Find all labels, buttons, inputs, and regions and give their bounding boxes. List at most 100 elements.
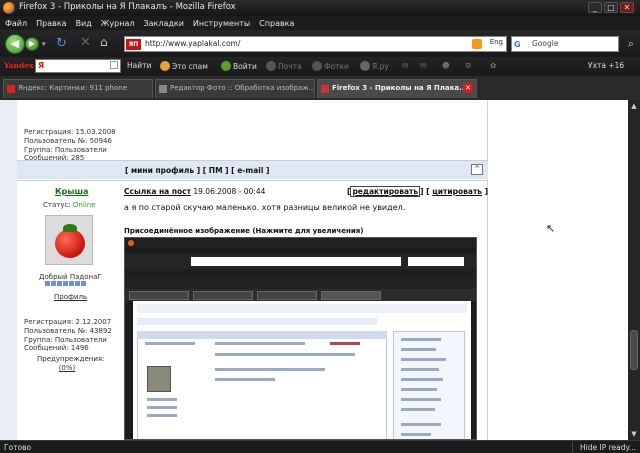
url-text[interactable]: http://www.yaplakal.com/	[145, 39, 240, 48]
scroll-top-button[interactable]: ^	[471, 164, 483, 175]
tomato-image	[55, 229, 85, 258]
forum-thread: Регистрация: 15.03.2008 Пользователь №: …	[17, 100, 488, 440]
shot-text-line	[401, 408, 435, 411]
yandex-mail-button[interactable]: Почта	[266, 61, 302, 71]
author-rank: Добрый ПадонаГ	[39, 273, 102, 281]
tab-photo-editor[interactable]: Редактор Фото :: Обработка изображ...	[155, 79, 315, 98]
rank-star	[63, 281, 68, 286]
tab-yaplakal[interactable]: Firefox 3 - Приколы на Я Плака... ✕	[317, 79, 477, 98]
avatar[interactable]	[45, 215, 93, 265]
shot-yandex	[125, 278, 476, 289]
post-date: 19.06.2008 - 00:44	[193, 187, 266, 196]
tab-favicon	[7, 85, 15, 93]
login-icon	[221, 61, 231, 71]
close-button[interactable]: ✕	[620, 2, 634, 13]
shot-text-line	[147, 406, 177, 409]
author-nick[interactable]: Крыша	[55, 187, 88, 196]
prev-registration: Регистрация: 15.03.2008	[24, 128, 116, 136]
shot-tab	[193, 291, 253, 300]
search-box[interactable]: G Google ⌕	[511, 36, 634, 52]
status-bar: Готово Hide IP ready...	[0, 440, 640, 453]
yandex-yaru-button[interactable]: Я.ру	[360, 61, 389, 71]
menu-history[interactable]: Журнал	[101, 19, 135, 28]
search-engine-icon[interactable]: G	[514, 39, 526, 50]
tab-bar: Яндекс: Картинки: 911 phone Редактор Фот…	[0, 76, 640, 100]
yandex-find-button[interactable]: Найти	[127, 61, 151, 70]
shot-text-line	[401, 433, 431, 436]
url-bar[interactable]: ЯП http://www.yaplakal.com/ Eng	[124, 36, 507, 52]
tab-favicon	[159, 85, 167, 93]
scroll-thumb[interactable]	[630, 330, 638, 370]
shot-url	[191, 257, 401, 266]
profile-links[interactable]: [ мини профиль ] [ ПМ ] [ e-mail ]	[125, 166, 269, 175]
shot-text-line	[401, 358, 446, 361]
scroll-down-icon[interactable]: ▼	[628, 428, 640, 440]
menu-edit[interactable]: Правка	[36, 19, 66, 28]
tab-close-icon[interactable]: ✕	[463, 83, 473, 93]
yandex-settings-icon[interactable]: ✿	[490, 61, 496, 70]
shot-text-line	[401, 388, 437, 391]
menu-bookmarks[interactable]: Закладки	[143, 19, 183, 28]
yandex-search-field[interactable]: Я	[35, 59, 121, 73]
language-indicator[interactable]: Eng	[490, 38, 503, 46]
stop-icon[interactable]: ✕	[80, 36, 91, 49]
edit-button[interactable]: редактировать	[350, 186, 421, 197]
yandex-extra-icon-2[interactable]: ✉	[420, 61, 426, 70]
window-title: Firefox 3 - Приколы на Я Плакалъ - Mozil…	[19, 2, 236, 12]
shot-text-line	[147, 398, 177, 401]
menu-help[interactable]: Справка	[259, 19, 294, 28]
scroll-up-icon[interactable]: ▲	[628, 100, 640, 112]
site-favicon: ЯП	[126, 39, 141, 50]
history-dropdown-icon[interactable]: ▾	[42, 40, 46, 48]
profile-link[interactable]: Профиль	[54, 293, 87, 301]
author-status: Статус: Online	[43, 201, 96, 209]
attachment-label[interactable]: Присоединённое изображение (Нажмите для …	[124, 227, 363, 235]
navigation-bar: ◀ ▶ ▾ ↻ ✕ ⌂ ЯП http://www.yaplakal.com/ …	[0, 30, 640, 57]
author-group: Группа: Пользователи	[24, 335, 107, 344]
yandex-spam-button[interactable]: Это спам	[160, 61, 208, 71]
menu-file[interactable]: Файл	[5, 19, 27, 28]
rss-icon[interactable]	[472, 39, 482, 49]
yandex-check-icon[interactable]	[110, 61, 118, 69]
shot-search	[408, 257, 464, 266]
back-icon[interactable]: ◀	[5, 34, 25, 54]
post-actions: [редактировать] [ цитировать ]	[347, 186, 489, 197]
yandex-login-button[interactable]: Войти	[221, 61, 257, 71]
warnings-value[interactable]: (0%)	[37, 364, 97, 373]
menu-view[interactable]: Вид	[76, 19, 92, 28]
author-warnings: Предупреждения: (0%)	[37, 355, 104, 373]
shot-breadcrumb	[137, 318, 377, 325]
rank-star	[45, 281, 50, 286]
firefox-icon	[3, 2, 15, 14]
hide-ip-status[interactable]: Hide IP ready...	[580, 443, 636, 452]
search-icon[interactable]: ⌕	[628, 37, 634, 51]
reload-icon[interactable]: ↻	[56, 37, 67, 50]
yandex-logo[interactable]: Yandex	[4, 61, 34, 70]
yandex-extra-icon-1[interactable]: ✉	[402, 61, 408, 70]
shot-bookmarks	[125, 269, 476, 278]
quote-button[interactable]: цитировать	[432, 187, 482, 196]
shot-menu	[125, 247, 476, 254]
shot-page-head	[137, 304, 467, 313]
maximize-button[interactable]: □	[604, 2, 618, 13]
yandex-extra-icon-4[interactable]: ⚙	[465, 61, 472, 70]
page-scrollbar[interactable]: ▲ ▼	[628, 100, 640, 440]
author-info: Регистрация: 2.12.2007 Пользователь №: 4…	[24, 318, 112, 353]
yandex-extra-icon-3[interactable]: ☻	[442, 61, 450, 70]
page-right-area	[488, 100, 628, 440]
yandex-toolbar: Yandex Я Найти Это спам Войти Почта Фотк…	[0, 57, 640, 76]
yandex-weather[interactable]: Ухта +16	[588, 61, 624, 70]
rank-star	[81, 281, 86, 286]
yandex-photos-button[interactable]: Фотки	[312, 61, 349, 71]
page-left-margin	[0, 100, 17, 440]
attached-screenshot[interactable]	[124, 237, 477, 440]
home-icon[interactable]: ⌂	[100, 36, 114, 49]
shot-tab	[321, 291, 381, 300]
minimize-button[interactable]: _	[588, 2, 602, 13]
forward-icon[interactable]: ▶	[25, 37, 39, 51]
post-permalink[interactable]: Ссылка на пост 19.06.2008 - 00:44	[124, 187, 265, 196]
menu-tools[interactable]: Инструменты	[193, 19, 250, 28]
search-input[interactable]: Google	[532, 39, 558, 48]
tab-yandex-images[interactable]: Яндекс: Картинки: 911 phone	[3, 79, 153, 98]
browser-window: Firefox 3 - Приколы на Я Плакалъ - Mozil…	[0, 0, 640, 453]
